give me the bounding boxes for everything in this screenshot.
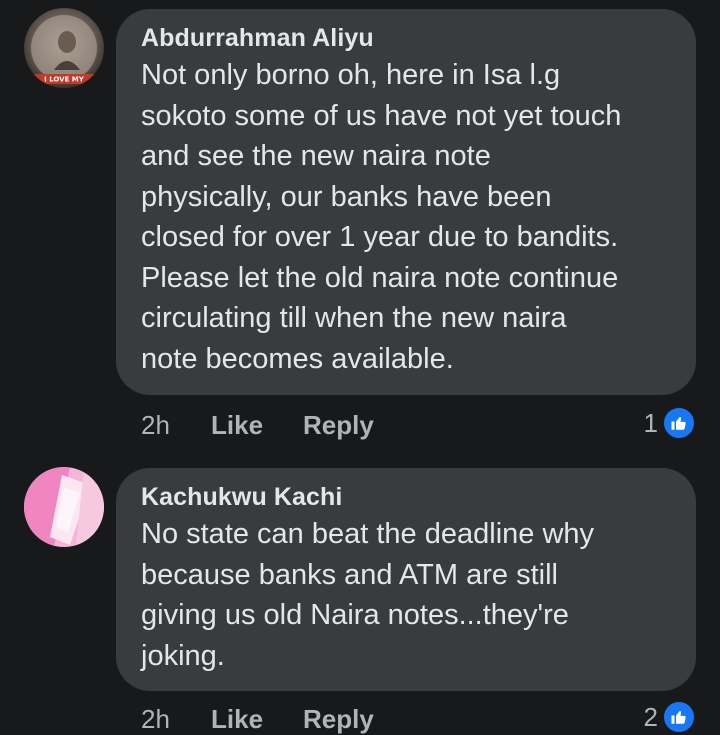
comment-actions: 2h Like Reply	[141, 410, 374, 441]
comment-timestamp[interactable]: 2h	[141, 410, 211, 441]
comment-text: No state can beat the deadline why becau…	[141, 514, 676, 676]
comment-line: No state can beat the deadline why	[141, 518, 595, 550]
like-button[interactable]: Like	[211, 704, 303, 735]
comment-line: Not only borno oh, here in Isa l.g	[141, 59, 561, 91]
comment-line: physically, our banks have been	[141, 180, 552, 213]
profile-photo	[24, 467, 104, 547]
comment-line: Please let the old naira note continue	[141, 261, 619, 294]
comment-bubble: Kachukwu Kachi No state can beat the dea…	[116, 468, 696, 691]
comment-timestamp[interactable]: 2h	[141, 704, 211, 735]
reaction-count: 2	[643, 701, 658, 732]
reaction-summary[interactable]: 1	[644, 406, 696, 440]
avatar-frame-text: I LOVE MY	[44, 76, 85, 84]
comment-text: Not only borno oh, here in Isa l.g sokot…	[141, 55, 676, 379]
thumbs-up-icon	[662, 406, 696, 440]
profile-photo: I LOVE MY	[24, 8, 104, 88]
like-button[interactable]: Like	[211, 410, 303, 441]
comment-author[interactable]: Abdurrahman Aliyu	[141, 23, 676, 53]
comment-line: giving us old Naira notes...they're	[141, 599, 569, 631]
reply-button[interactable]: Reply	[303, 704, 374, 735]
reaction-count: 1	[643, 407, 658, 438]
comment-line: and see the new naira note	[141, 140, 491, 172]
comment-line: closed for over 1 year due to bandits.	[141, 221, 619, 253]
avatar[interactable]: I LOVE MY	[24, 8, 104, 88]
avatar[interactable]	[24, 467, 104, 547]
comment-bubble: Abdurrahman Aliyu Not only borno oh, her…	[116, 9, 696, 395]
comment-line: because banks and ATM are still	[141, 558, 558, 591]
reply-button[interactable]: Reply	[303, 410, 374, 441]
comment-line: note becomes available.	[141, 342, 454, 375]
comment-author[interactable]: Kachukwu Kachi	[141, 482, 676, 512]
comment-actions: 2h Like Reply	[141, 704, 374, 735]
comment-line: joking.	[141, 639, 225, 672]
comment-line: sokoto some of us have not yet touch	[141, 99, 622, 132]
comment-line: circulating till when the new naira	[141, 302, 567, 334]
